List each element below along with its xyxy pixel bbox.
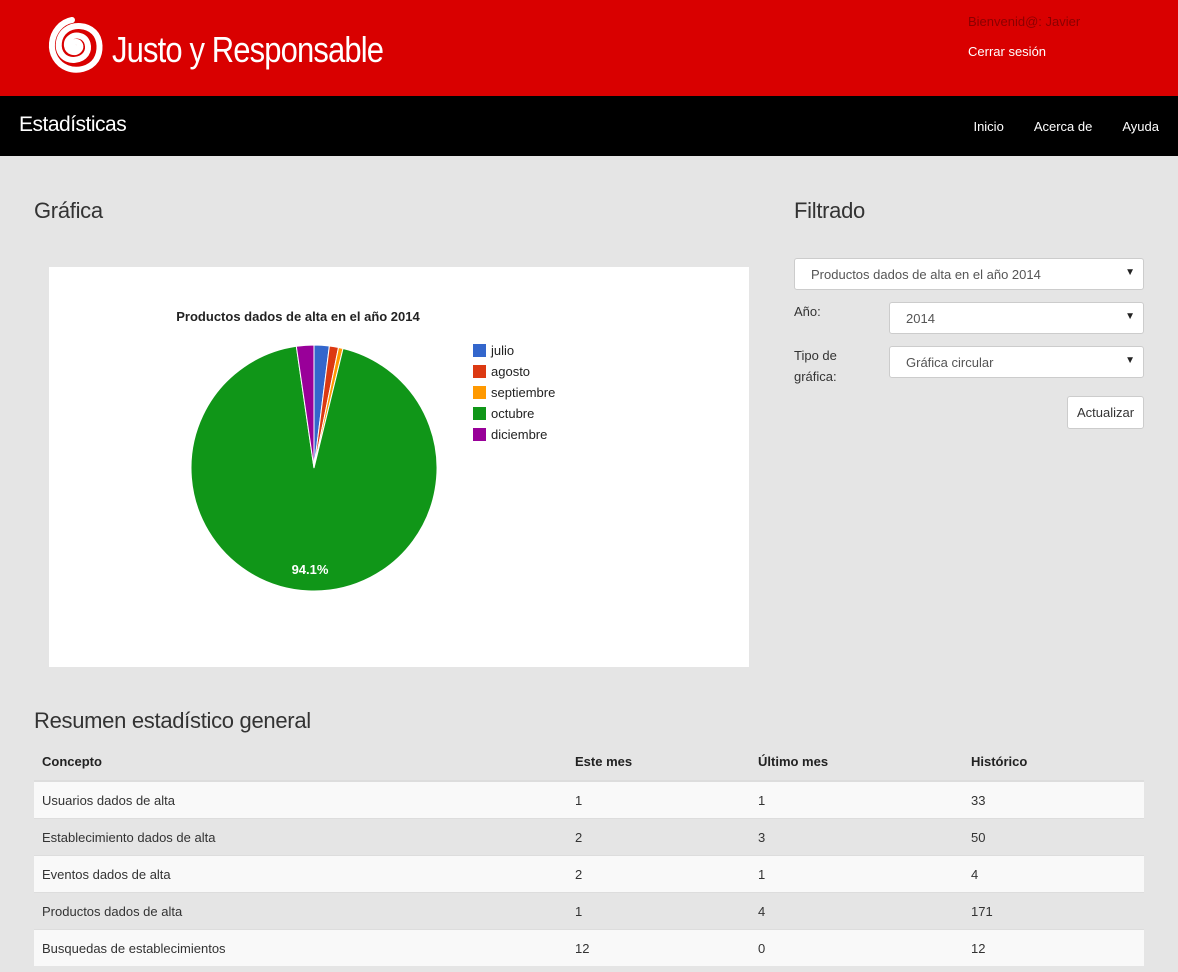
logout-link[interactable]: Cerrar sesión	[968, 44, 1046, 59]
table-row: Busquedas de establecimientos 12 0 12	[34, 929, 1144, 966]
table-cell: 2	[567, 818, 750, 856]
legend-swatch-julio	[473, 344, 486, 357]
site-header: Justo y Responsable Bienvenid@: Javier C…	[0, 0, 1178, 96]
table-cell: 33	[963, 780, 1144, 819]
chart-section-title: Gráfica	[34, 198, 103, 223]
legend-swatch-septiembre	[473, 386, 486, 399]
table-cell: 3	[750, 818, 963, 856]
update-button[interactable]: Actualizar	[1067, 396, 1144, 429]
table-cell: Busquedas de establecimientos	[34, 929, 567, 966]
table-header-row: Concepto Este mes Último mes Histórico	[34, 743, 1144, 782]
chart-type-label-line1: Tipo de	[794, 348, 837, 363]
legend-label-agosto: agosto	[491, 364, 530, 379]
table-cell: Eventos dados de alta	[34, 855, 567, 893]
table-cell: 50	[963, 818, 1144, 856]
metric-select-value: Productos dados de alta en el año 2014	[811, 267, 1041, 282]
chevron-down-icon: ▼	[1125, 267, 1135, 278]
table-cell: 1	[567, 780, 750, 819]
column-header: Este mes	[567, 743, 750, 782]
nav-links: Inicio Acerca de Ayuda	[973, 119, 1159, 134]
year-label: Año:	[794, 304, 821, 319]
nav-link-ayuda[interactable]: Ayuda	[1122, 119, 1159, 134]
table-row: Productos dados de alta 1 4 171	[34, 892, 1144, 930]
chevron-down-icon: ▼	[1125, 355, 1135, 366]
summary-title: Resumen estadístico general	[34, 708, 311, 733]
pie-chart: Productos dados de alta en el año 2014 j…	[176, 309, 555, 592]
chart-type-label-line2: gráfica:	[794, 369, 837, 384]
table-cell: Usuarios dados de alta	[34, 780, 567, 819]
legend-label-julio: julio	[490, 343, 514, 358]
table-cell: 1	[750, 855, 963, 893]
legend-swatch-agosto	[473, 365, 486, 378]
brand-title: Justo y Responsable	[112, 29, 384, 70]
year-select[interactable]: 2014 ▼	[889, 302, 1144, 334]
welcome-text: Bienvenid@: Javier	[968, 14, 1081, 29]
column-header: Último mes	[750, 743, 963, 782]
summary-table: Concepto Este mes Último mes Histórico U…	[34, 743, 1144, 966]
filter-section-title: Filtrado	[794, 198, 865, 223]
column-header: Histórico	[963, 743, 1144, 782]
table-cell: 2	[567, 855, 750, 893]
legend-label-diciembre: diciembre	[491, 427, 547, 442]
nav-link-inicio[interactable]: Inicio	[973, 119, 1003, 134]
slice-data-label: 94.1%	[292, 562, 329, 577]
table-cell: 4	[750, 892, 963, 930]
column-header: Concepto	[34, 743, 567, 782]
legend-label-octubre: octubre	[491, 406, 534, 421]
table-cell: 4	[963, 855, 1144, 893]
metric-select[interactable]: Productos dados de alta en el año 2014 ▼	[794, 258, 1144, 290]
table-cell: 0	[750, 929, 963, 966]
legend-swatch-octubre	[473, 407, 486, 420]
chart-type-select[interactable]: Gráfica circular ▼	[889, 346, 1144, 378]
table-cell: Productos dados de alta	[34, 892, 567, 930]
navbar: Estadísticas Inicio Acerca de Ayuda	[0, 96, 1178, 156]
spiral-logo-icon	[48, 17, 103, 73]
table-cell: 1	[567, 892, 750, 930]
chart-type-label: Tipo de gráfica:	[794, 345, 837, 387]
chart-type-select-value: Gráfica circular	[906, 355, 994, 370]
legend-label-septiembre: septiembre	[491, 385, 555, 400]
table-cell: 171	[963, 892, 1144, 930]
table-cell: Establecimiento dados de alta	[34, 818, 567, 856]
table-row: Establecimiento dados de alta 2 3 50	[34, 818, 1144, 856]
chart-title: Productos dados de alta en el año 2014	[176, 309, 420, 324]
table-cell: 12	[963, 929, 1144, 966]
table-cell: 1	[750, 780, 963, 819]
table-cell: 12	[567, 929, 750, 966]
legend-swatch-diciembre	[473, 428, 486, 441]
nav-link-acerca[interactable]: Acerca de	[1034, 119, 1093, 134]
year-select-value: 2014	[906, 311, 935, 326]
table-row: Usuarios dados de alta 1 1 33	[34, 780, 1144, 819]
chevron-down-icon: ▼	[1125, 311, 1135, 322]
table-row: Eventos dados de alta 2 1 4	[34, 855, 1144, 893]
chart-panel: Productos dados de alta en el año 2014 j…	[49, 267, 749, 667]
page-title: Estadísticas	[19, 113, 127, 136]
